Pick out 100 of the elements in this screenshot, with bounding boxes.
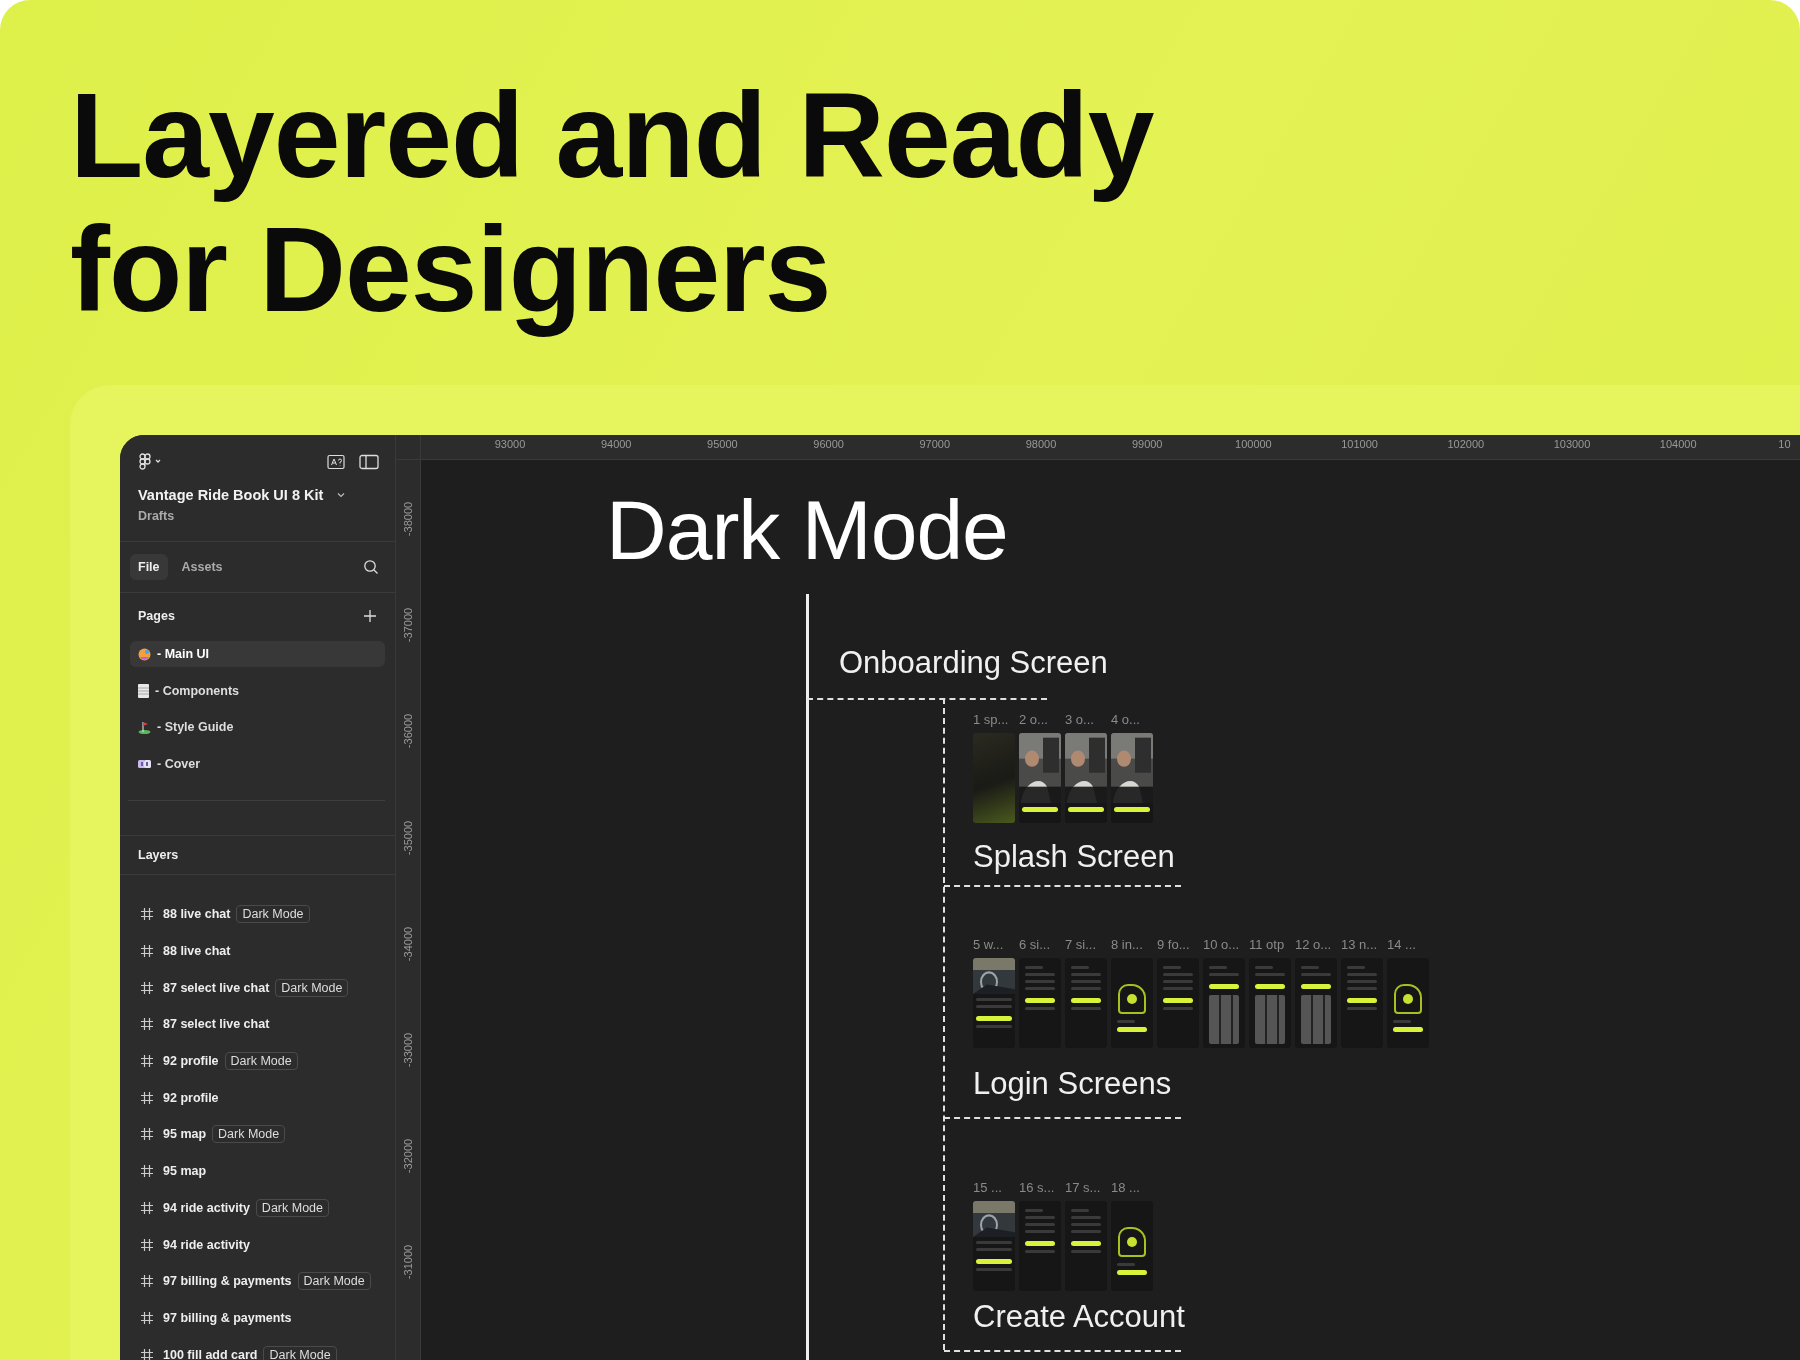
ruler-label: 93000	[494, 438, 526, 450]
ruler-label: -33000	[402, 1032, 414, 1068]
search-icon[interactable]	[363, 559, 379, 575]
layer-tag: Dark Mode	[297, 1272, 371, 1291]
layer-name[interactable]: 87 select live chat	[163, 980, 270, 995]
ruler-label: -32000	[402, 1139, 414, 1174]
ruler-label: -35000	[402, 820, 414, 855]
ruler-label: -37000	[402, 608, 414, 643]
layer-name[interactable]: 94 ride activity	[163, 1237, 250, 1252]
headline: Layered and Ready for Designers	[70, 68, 1155, 336]
section-label: Splash Screen	[973, 839, 1175, 875]
sidebar-tab[interactable]: Assets	[173, 554, 231, 580]
page-item[interactable]: - Components	[130, 677, 385, 704]
ruler-label: 103000	[1553, 438, 1591, 450]
frame-icon	[141, 981, 153, 994]
ruler-label: 99000	[1131, 438, 1163, 450]
ruler-label: 102000	[1447, 438, 1485, 450]
frame-icon	[141, 1055, 153, 1068]
frame-icon	[141, 1311, 153, 1324]
frame-label[interactable]: 7 si...	[1065, 937, 1109, 952]
file-name[interactable]: Vantage Ride Book UI 8 Kit	[138, 487, 324, 503]
layer-name[interactable]: 94 ride activity	[163, 1200, 250, 1215]
layer-name[interactable]: 97 billing & payments	[163, 1274, 292, 1289]
page-item[interactable]: - Cover	[130, 750, 385, 777]
frame-label[interactable]: 17 s...	[1065, 1180, 1109, 1195]
font-icon[interactable]	[327, 454, 345, 470]
layer-name[interactable]: 95 map	[163, 1127, 207, 1142]
section-title: Layers	[138, 848, 179, 862]
screen-thumbnail[interactable]	[973, 1201, 1015, 1291]
screen-thumbnail[interactable]	[1019, 733, 1061, 823]
frame-label[interactable]: 4 o...	[1111, 712, 1155, 727]
frame-icon	[141, 1018, 153, 1031]
frame-label[interactable]: 16 s...	[1019, 1180, 1063, 1195]
layer-tag: Dark Mode	[255, 1198, 329, 1217]
screen-thumbnail[interactable]	[1203, 958, 1245, 1048]
frame-label[interactable]: 15 ...	[973, 1180, 1017, 1195]
screen-thumbnail[interactable]	[1111, 733, 1153, 823]
frame-label[interactable]: 18 ...	[1111, 1180, 1155, 1195]
layer-name[interactable]: 92 profile	[163, 1090, 219, 1105]
ruler-label: 101000	[1341, 438, 1378, 450]
screen-thumbnail[interactable]	[1157, 958, 1199, 1048]
frame-label[interactable]: 1 sp...	[973, 712, 1017, 727]
ruler-label: 98000	[1025, 438, 1057, 450]
ruler-label: 96000	[813, 438, 844, 450]
sticker-icon	[138, 647, 151, 661]
layer-tag: Dark Mode	[236, 905, 310, 924]
layer-name[interactable]: 88 live chat	[163, 944, 231, 959]
ruler-label: 95000	[707, 438, 738, 450]
frame-label[interactable]: 6 si...	[1019, 937, 1063, 952]
ruler-label: -31000	[402, 1245, 414, 1280]
screen-thumbnail[interactable]	[1387, 958, 1429, 1048]
page-item[interactable]: - Style Guide	[130, 714, 385, 740]
frame-label[interactable]: 10 o...	[1203, 937, 1247, 952]
layer-name[interactable]: 95 map	[163, 1164, 207, 1179]
layer-name[interactable]: 87 select live chat	[163, 1017, 270, 1032]
screen-thumbnail[interactable]	[973, 733, 1015, 823]
section-label: Create Account	[973, 1299, 1185, 1335]
section-title: Pages	[138, 609, 175, 623]
layer-name[interactable]: 100 fill add card	[163, 1347, 258, 1360]
chevron-down-icon[interactable]	[337, 492, 346, 498]
screen-thumbnail[interactable]	[1295, 958, 1337, 1048]
sidebar-toggle-icon[interactable]	[359, 454, 379, 470]
screen-thumbnail[interactable]	[1019, 1201, 1061, 1291]
screen-thumbnail[interactable]	[1019, 958, 1061, 1048]
frame-icon	[141, 945, 153, 958]
frame-label[interactable]: 2 o...	[1019, 712, 1063, 727]
frame-label[interactable]: 9 fo...	[1157, 937, 1201, 952]
ruler-label: -38000	[402, 501, 414, 537]
frame-label[interactable]: 12 o...	[1295, 937, 1339, 952]
ruler-label: 104000	[1659, 438, 1697, 450]
sidebar-tab[interactable]: File	[130, 554, 168, 580]
frame-label[interactable]: 13 n...	[1341, 937, 1385, 952]
screen-thumbnail[interactable]	[1111, 1201, 1153, 1291]
screen-thumbnail[interactable]	[1249, 958, 1291, 1048]
ruler-label: -34000	[402, 926, 414, 961]
frame-label[interactable]: 8 in...	[1111, 937, 1155, 952]
section-label: Onboarding Screen	[839, 645, 1108, 681]
frame-label[interactable]: 5 w...	[973, 937, 1017, 952]
frame-icon	[141, 1275, 153, 1288]
frame-label[interactable]: 14 ...	[1387, 937, 1431, 952]
frame-icon	[141, 1091, 153, 1104]
screen-thumbnail[interactable]	[1065, 1201, 1107, 1291]
frame-icon	[141, 1238, 153, 1251]
ruler-label: 10	[1778, 438, 1791, 450]
frame-icon	[141, 1128, 153, 1141]
layer-name[interactable]: 97 billing & payments	[163, 1310, 292, 1325]
layer-name[interactable]: 92 profile	[163, 1054, 219, 1069]
screen-thumbnail[interactable]	[1111, 958, 1153, 1048]
screen-thumbnail[interactable]	[1065, 958, 1107, 1048]
screen-thumbnail[interactable]	[1065, 733, 1107, 823]
page-item[interactable]: - Main UI	[130, 641, 385, 667]
add-icon[interactable]	[363, 609, 377, 623]
screen-thumbnail[interactable]	[973, 958, 1015, 1048]
flag-icon	[138, 720, 151, 734]
frame-icon	[141, 908, 153, 921]
document-icon	[138, 683, 149, 698]
layer-name[interactable]: 88 live chat	[163, 907, 231, 922]
screen-thumbnail[interactable]	[1341, 958, 1383, 1048]
frame-label[interactable]: 3 o...	[1065, 712, 1109, 727]
frame-label[interactable]: 11 otp	[1249, 937, 1293, 952]
